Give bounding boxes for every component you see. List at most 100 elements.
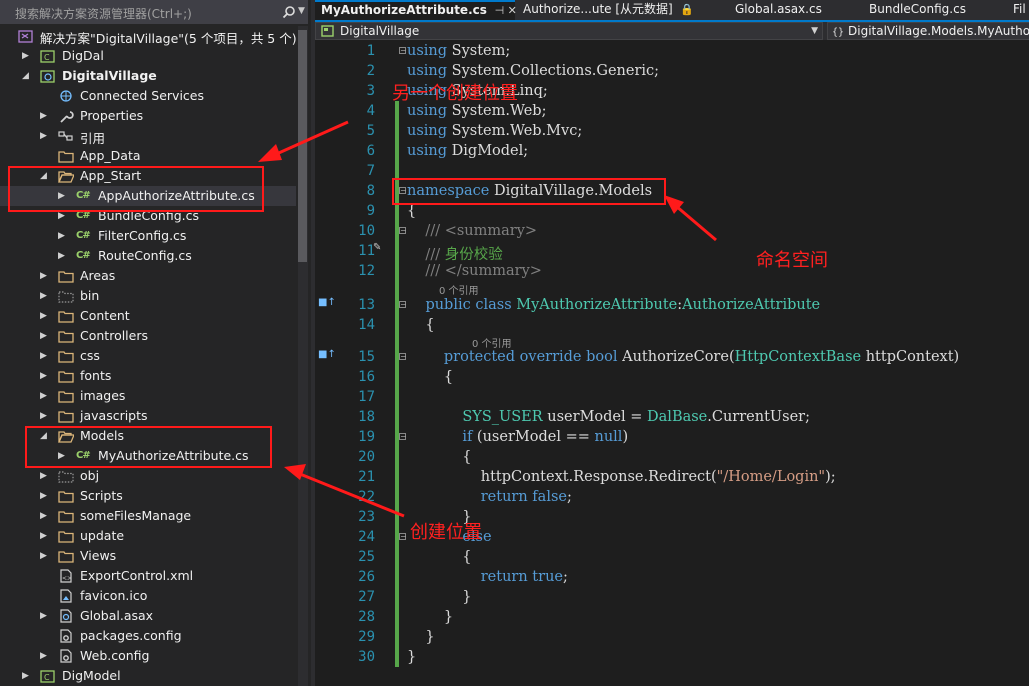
code-line[interactable]: 18 SYS_USER userModel = DalBase.CurrentU… (315, 407, 1029, 427)
tree-item[interactable]: ▶ 引用 (0, 126, 296, 146)
tab-myauthorizeattribute[interactable]: MyAuthorizeAttribute.cs ⊣ ✕ (315, 0, 517, 20)
tree-item[interactable]: 解决方案"DigitalVillage"(5 个项目，共 5 个) (0, 26, 297, 46)
tab-authorize-metadata[interactable]: Authorize...ute [从元数据] 🔒 (517, 0, 733, 20)
tree-item[interactable]: ▶ javascripts (0, 406, 296, 426)
codelens-method-references[interactable]: 0 个引用 (472, 335, 512, 350)
code-line[interactable]: 28 } (315, 607, 1029, 627)
tree-item[interactable]: App_Data (0, 146, 296, 166)
code-line[interactable]: 17 (315, 387, 1029, 407)
implements-indicator-icon[interactable]: ■↑ (318, 349, 336, 360)
expand-arrow-icon[interactable]: ▶ (40, 410, 50, 422)
expand-arrow-icon[interactable]: ▶ (40, 290, 50, 302)
code-line[interactable]: 30} (315, 647, 1029, 667)
code-line[interactable]: 20 { (315, 447, 1029, 467)
search-options-dropdown-icon[interactable]: ▼ (298, 6, 305, 16)
fold-toggle-icon[interactable]: − (399, 353, 407, 361)
expand-arrow-icon[interactable]: ▶ (40, 350, 50, 362)
expand-arrow-icon[interactable]: ▶ (40, 130, 50, 142)
tree-item[interactable]: ▶ Content (0, 306, 296, 326)
code-line[interactable]: 12 /// </summary> (315, 261, 1029, 281)
fold-toggle-icon[interactable]: − (399, 433, 407, 441)
tree-item[interactable]: packages.config (0, 626, 296, 646)
tree-item[interactable]: ▶ css (0, 346, 296, 366)
collapse-arrow-icon[interactable]: ◢ (22, 70, 32, 82)
expand-arrow-icon[interactable]: ▶ (40, 550, 50, 562)
override-indicator-icon[interactable]: ■↑ (318, 297, 336, 308)
tree-item[interactable]: ▶ C# RouteConfig.cs (0, 246, 296, 266)
tree-item[interactable]: <> ExportControl.xml (0, 566, 296, 586)
tab-global-asax-cs[interactable]: Global.asax.cs (729, 0, 865, 20)
expand-arrow-icon[interactable]: ▶ (40, 110, 50, 122)
code-line[interactable]: 29 } (315, 627, 1029, 647)
code-line[interactable]: 16 { (315, 367, 1029, 387)
code-line[interactable]: 2 using System.Collections.Generic; (315, 61, 1029, 81)
expand-arrow-icon[interactable]: ▶ (40, 370, 50, 382)
tree-item[interactable]: ▶ Global.asax (0, 606, 296, 626)
expand-arrow-icon[interactable]: ▶ (40, 490, 50, 502)
expand-arrow-icon[interactable]: ▶ (58, 230, 68, 242)
fold-toggle-icon[interactable]: − (399, 47, 407, 55)
expand-arrow-icon[interactable]: ▶ (58, 250, 68, 262)
expand-arrow-icon[interactable]: ▶ (40, 510, 50, 522)
expand-arrow-icon[interactable]: ▶ (40, 530, 50, 542)
expand-arrow-icon[interactable]: ▶ (40, 650, 50, 662)
code-token: .CurrentUser; (707, 409, 810, 425)
expand-arrow-icon[interactable]: ▶ (40, 610, 50, 622)
code-line[interactable]: 25 { (315, 547, 1029, 567)
tree-item[interactable]: ◢ DigitalVillage (0, 66, 296, 86)
code-line[interactable]: 13 − public class MyAuthorizeAttribute:Au… (315, 295, 1029, 315)
tree-item[interactable]: ▶ obj (0, 466, 296, 486)
tree-item[interactable]: ▶ Web.config (0, 646, 296, 666)
tree-item[interactable]: ▶ C DigDal (0, 46, 296, 66)
tree-item[interactable]: favicon.ico (0, 586, 296, 606)
expand-arrow-icon[interactable]: ▶ (40, 270, 50, 282)
search-icon[interactable] (282, 5, 296, 19)
tree-item[interactable]: ▶ images (0, 386, 296, 406)
pin-icon[interactable]: ⊣ ✕ (491, 4, 517, 17)
expand-arrow-icon[interactable]: ▶ (40, 390, 50, 402)
code-line[interactable]: 14 { (315, 315, 1029, 335)
expand-arrow-icon[interactable]: ▶ (40, 470, 50, 482)
quick-action-brush-icon[interactable]: ✎ (373, 242, 381, 253)
tree-item[interactable]: ▶ Properties (0, 106, 296, 126)
solution-scrollbar-thumb[interactable] (298, 30, 307, 262)
code-line[interactable]: 26 return true; (315, 567, 1029, 587)
tree-item[interactable]: ▶ Controllers (0, 326, 296, 346)
code-line[interactable]: 6 using DigModel; (315, 141, 1029, 161)
tree-item[interactable]: ▶ Views (0, 546, 296, 566)
codelens-class-references[interactable]: 0 个引用 (439, 282, 479, 297)
tree-item[interactable]: ▶ Areas (0, 266, 296, 286)
tree-item-label: FilterConfig.cs (98, 228, 187, 243)
project-dropdown[interactable]: DigitalVillage ▼ (315, 22, 823, 40)
expand-arrow-icon[interactable]: ▶ (22, 670, 32, 682)
code-line[interactable]: 10 − /// <summary> (315, 221, 1029, 241)
fold-toggle-icon[interactable]: − (399, 301, 407, 309)
fold-toggle-icon[interactable]: − (399, 227, 407, 235)
code-line[interactable]: 5 using System.Web.Mvc; (315, 121, 1029, 141)
expand-arrow-icon[interactable]: ▶ (40, 310, 50, 322)
scope-dropdown[interactable]: {} DigitalVillage.Models.MyAuthor (827, 22, 1029, 40)
fold-toggle-icon[interactable]: − (399, 533, 407, 541)
tree-item[interactable]: ▶ C DigModel (0, 666, 296, 686)
code-line[interactable]: 1 − using System; (315, 41, 1029, 61)
tab-filterconfig-cs[interactable]: Fil (1007, 0, 1029, 20)
code-line[interactable]: 11 /// 身份校验 (315, 241, 1029, 263)
code-line[interactable]: 21 httpContext.Response.Redirect("/Home/… (315, 467, 1029, 487)
code-line[interactable]: 15 − protected override bool AuthorizeCor… (315, 347, 1029, 367)
solution-search-box[interactable]: 搜索解决方案资源管理器(Ctrl+;) ▼ (0, 0, 308, 24)
tree-item[interactable]: ▶ update (0, 526, 296, 546)
tree-item[interactable]: ▶ fonts (0, 366, 296, 386)
folder-dotted-icon (58, 471, 74, 483)
expand-arrow-icon[interactable]: ▶ (22, 50, 32, 62)
tree-item[interactable]: ▶ bin (0, 286, 296, 306)
tree-item[interactable]: ▶ C# FilterConfig.cs (0, 226, 296, 246)
tree-item[interactable]: ▶ Scripts (0, 486, 296, 506)
code-line[interactable]: 27 } (315, 587, 1029, 607)
tree-item[interactable]: ▶ someFilesManage (0, 506, 296, 526)
code-line[interactable]: 19 − if (userModel == null) (315, 427, 1029, 447)
tab-bundleconfig-cs[interactable]: BundleConfig.cs (863, 0, 1009, 20)
expand-arrow-icon[interactable]: ▶ (40, 330, 50, 342)
code-editor[interactable]: 1− using System; 2 using System.Collections… (315, 40, 1029, 686)
tree-item[interactable]: Connected Services (0, 86, 296, 106)
code-line[interactable]: 22 return false; (315, 487, 1029, 507)
